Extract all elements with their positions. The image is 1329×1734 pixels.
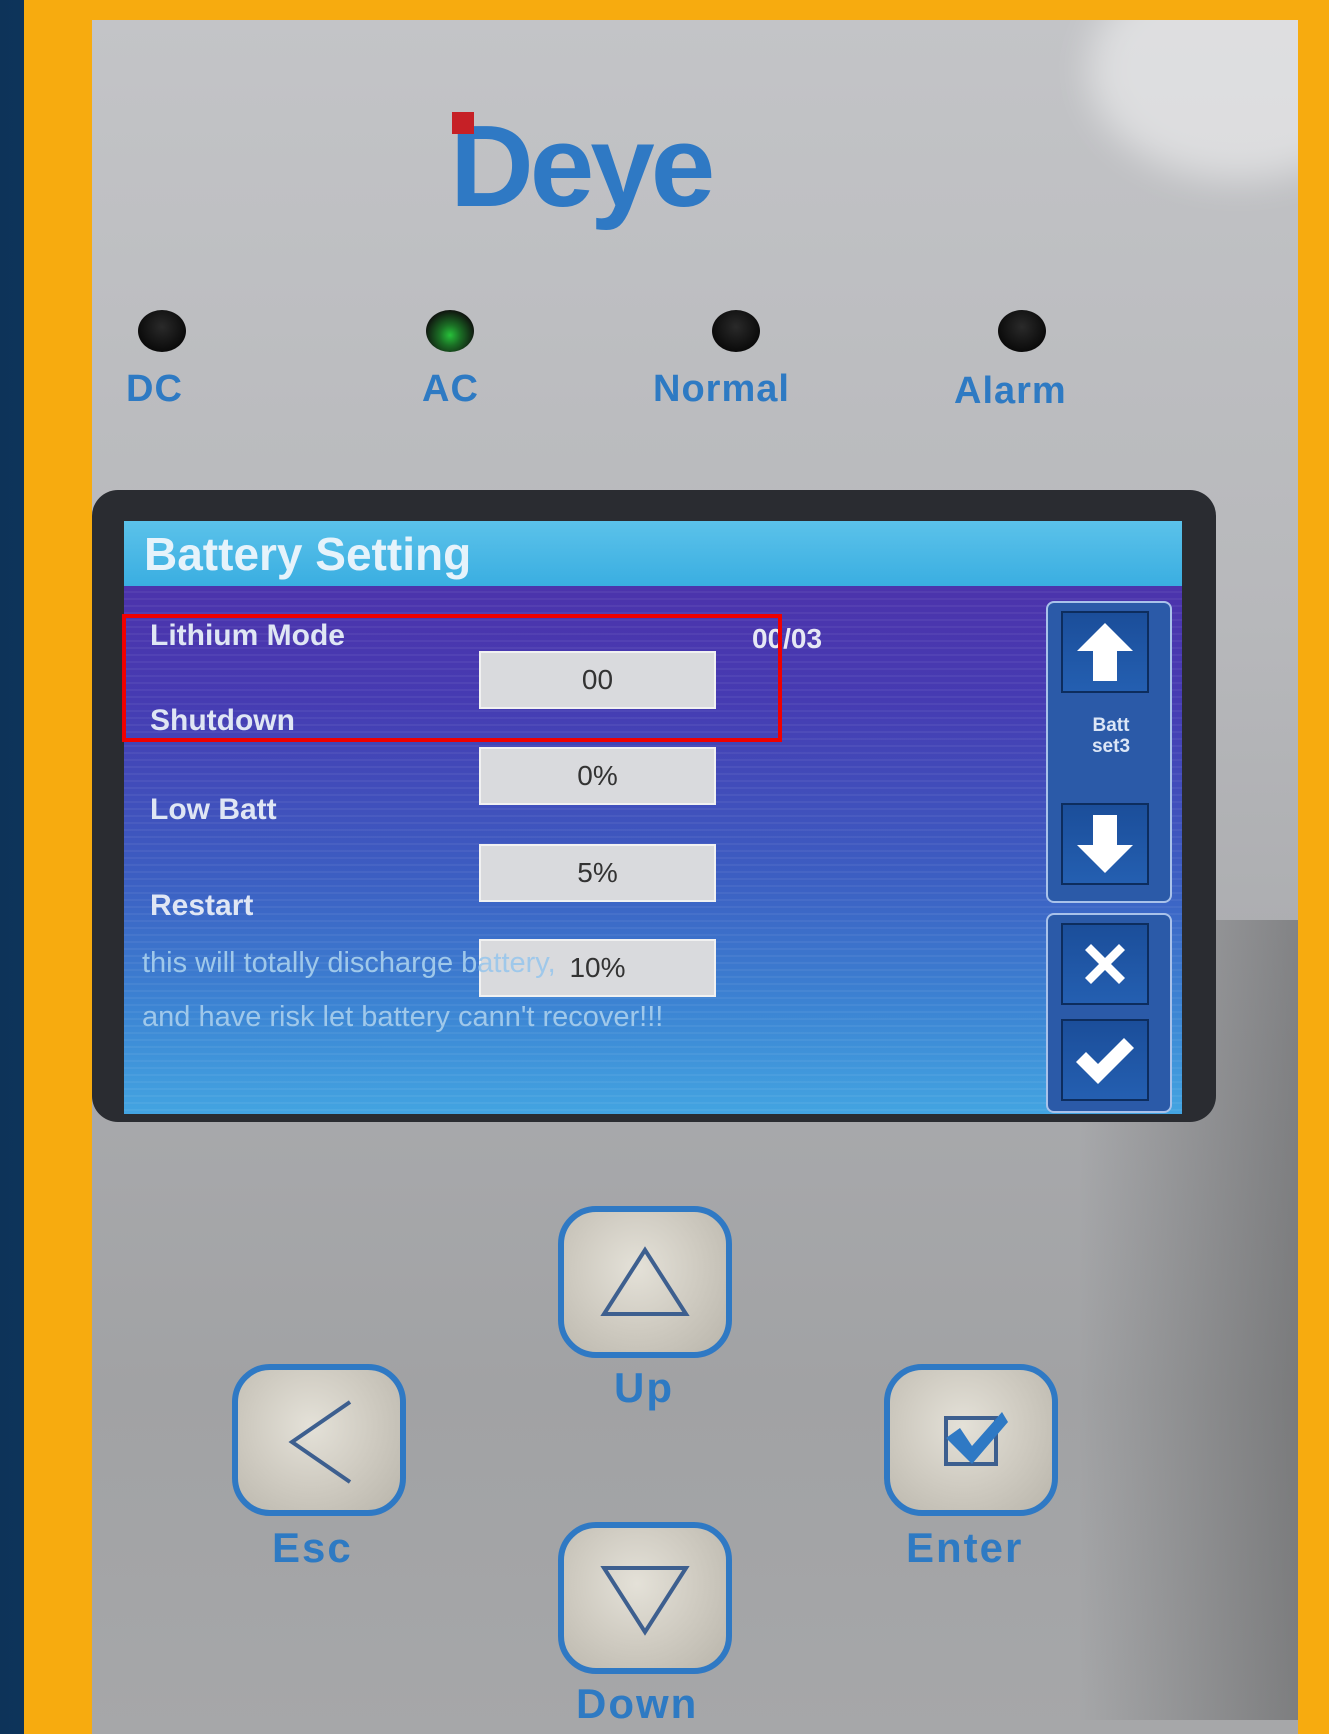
enter-key-label: Enter (906, 1524, 1024, 1571)
row-label-low-batt: Low Batt (150, 793, 277, 826)
esc-key[interactable] (232, 1364, 406, 1516)
esc-key-label: Esc (272, 1524, 353, 1571)
arrow-up-icon (1077, 623, 1133, 681)
photo-frame: Deye DC AC Normal Alarm Battery Setting … (0, 0, 1329, 1734)
screen-title-bar: Battery Setting (124, 521, 1182, 586)
row-label-restart: Restart (150, 889, 254, 922)
screen-title: Battery Setting (144, 528, 472, 580)
scroll-up-button[interactable] (1061, 611, 1149, 693)
scroll-button-group: Batt set3 (1046, 601, 1172, 903)
down-key-label: Down (576, 1680, 699, 1727)
triangle-up-icon (600, 1246, 690, 1316)
led-label-normal: Normal (653, 368, 790, 410)
ac-led-icon (426, 310, 474, 352)
arrow-down-icon (1077, 815, 1133, 873)
checkbox-icon (944, 1412, 1008, 1466)
warning-line-2: and have risk let battery cann't recover… (142, 1001, 664, 1033)
batt-set-label-line-2: set3 (1091, 736, 1131, 757)
cancel-button[interactable] (1061, 923, 1149, 1005)
led-label-ac: AC (422, 368, 479, 410)
logo-red-square (452, 112, 474, 134)
batt-set-label-line-1: Batt (1092, 715, 1130, 736)
lcd-screen: Battery Setting Lithium Mode 00 00/03 Sh… (124, 521, 1182, 1114)
dc-led-icon (138, 310, 186, 352)
close-icon (1085, 944, 1125, 984)
warning-line-1: this will totally discharge battery, (142, 947, 556, 979)
normal-led-icon (712, 310, 760, 352)
action-button-group (1046, 913, 1172, 1113)
alarm-led-icon (998, 310, 1046, 352)
triangle-down-icon (600, 1566, 690, 1636)
highlight-box (122, 614, 782, 742)
led-label-dc: DC (126, 368, 183, 410)
batt-set-label: Batt set3 (1059, 715, 1163, 757)
scroll-down-button[interactable] (1061, 803, 1149, 885)
led-label-alarm: Alarm (954, 370, 1067, 412)
low-batt-field[interactable]: 5% (479, 844, 716, 902)
up-key-label: Up (614, 1364, 674, 1411)
logo-text: Deye (450, 101, 715, 231)
deye-logo: Deye (450, 90, 872, 240)
down-key[interactable] (558, 1522, 732, 1674)
confirm-button[interactable] (1061, 1019, 1149, 1101)
check-icon (1076, 1038, 1134, 1084)
enter-key[interactable] (884, 1364, 1058, 1516)
chevron-left-icon (288, 1400, 352, 1484)
up-key[interactable] (558, 1206, 732, 1358)
shutdown-field[interactable]: 0% (479, 747, 716, 805)
